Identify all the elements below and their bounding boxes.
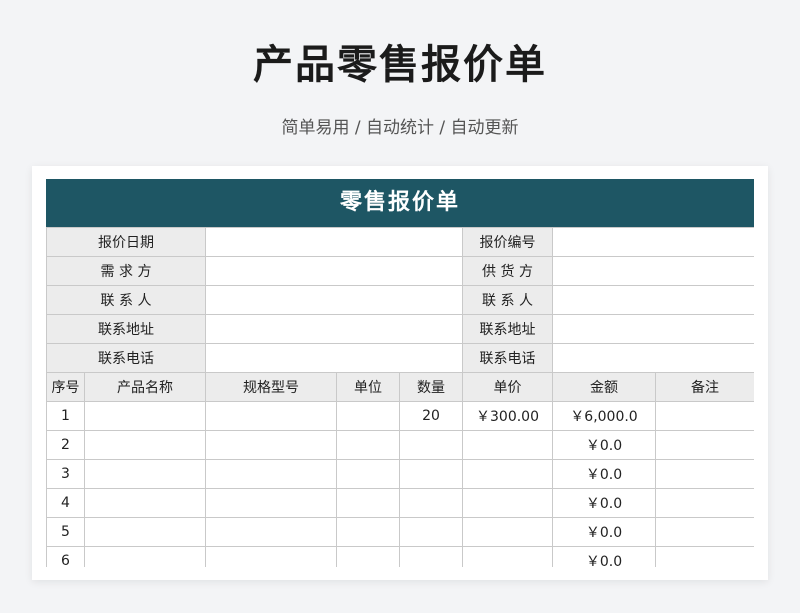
info-value-cell[interactable] [205,256,463,286]
product-name-cell[interactable] [84,546,206,567]
note-cell[interactable] [655,401,754,431]
spec-cell[interactable] [205,430,337,460]
column-header: 备注 [655,372,754,402]
info-label: 联系地址 [46,314,206,344]
column-header: 单价 [462,372,553,402]
info-label: 联系电话 [46,343,206,373]
column-header: 产品名称 [84,372,206,402]
column-header: 单位 [336,372,400,402]
note-cell[interactable] [655,459,754,489]
unit-cell[interactable] [336,517,400,547]
unit-price-cell[interactable] [462,517,553,547]
row-number-cell: 5 [46,517,85,547]
info-value-cell[interactable] [205,285,463,315]
row-number-cell: 1 [46,401,85,431]
note-cell[interactable] [655,488,754,518]
table-row: 4 ￥0.0 [46,488,754,518]
note-cell[interactable] [655,517,754,547]
unit-cell[interactable] [336,459,400,489]
unit-cell[interactable] [336,546,400,567]
quantity-cell[interactable] [399,517,463,547]
spec-cell[interactable] [205,401,337,431]
info-label: 报价编号 [462,227,553,257]
product-name-cell[interactable] [84,459,206,489]
amount-cell: ￥0.0 [552,459,656,489]
row-number-cell: 6 [46,546,85,567]
amount-cell: ￥0.0 [552,430,656,460]
quote-table: 报价日期 报价编号需 求 方供 货 方联 系 人联 系 人联系地址 联系地址 联系电话… [46,227,754,567]
info-value-cell[interactable] [552,285,754,315]
column-header: 金额 [552,372,656,402]
unit-price-cell[interactable] [462,430,553,460]
spec-cell[interactable] [205,517,337,547]
quantity-cell[interactable] [399,430,463,460]
unit-cell[interactable] [336,488,400,518]
column-header: 数量 [399,372,463,402]
row-number-cell: 2 [46,430,85,460]
info-label: 供 货 方 [462,256,553,286]
info-label: 联系地址 [462,314,553,344]
table-row: 3 ￥0.0 [46,459,754,489]
quantity-cell[interactable]: 20 [399,401,463,431]
quote-card: 零售报价单 报价日期 报价编号需 求 方供 货 方联 系 人联 系 人联系地址 联系… [32,166,768,580]
info-value-cell[interactable] [552,314,754,344]
info-label: 报价日期 [46,227,206,257]
info-label: 联 系 人 [46,285,206,315]
quantity-cell[interactable] [399,459,463,489]
product-name-cell[interactable] [84,430,206,460]
table-row: 6 ￥0.0 [46,546,754,567]
info-value-cell[interactable] [552,256,754,286]
unit-cell[interactable] [336,430,400,460]
amount-cell: ￥0.0 [552,488,656,518]
sheet-title: 零售报价单 [46,179,754,227]
table-row: 5 ￥0.0 [46,517,754,547]
table-header-row: 序号 产品名称 规格型号 单位 数量 单价 金额 备注 [46,372,754,402]
column-header: 序号 [46,372,85,402]
info-row: 联系地址 联系地址 [46,314,754,344]
product-name-cell[interactable] [84,488,206,518]
unit-price-cell[interactable] [462,546,553,567]
unit-price-cell[interactable]: ￥300.00 [462,401,553,431]
note-cell[interactable] [655,430,754,460]
note-cell[interactable] [655,546,754,567]
spec-cell[interactable] [205,459,337,489]
amount-cell: ￥6,000.0 [552,401,656,431]
info-label: 联系电话 [462,343,553,373]
info-row: 联 系 人联 系 人 [46,285,754,315]
spec-cell[interactable] [205,488,337,518]
quantity-cell[interactable] [399,546,463,567]
info-row: 联系电话 联系电话 [46,343,754,373]
info-row: 需 求 方供 货 方 [46,256,754,286]
info-label: 需 求 方 [46,256,206,286]
quantity-cell[interactable] [399,488,463,518]
row-number-cell: 4 [46,488,85,518]
column-header: 规格型号 [205,372,337,402]
unit-price-cell[interactable] [462,459,553,489]
product-name-cell[interactable] [84,401,206,431]
info-value-cell[interactable] [552,227,754,257]
info-value-cell[interactable] [205,227,463,257]
quote-sheet: 零售报价单 报价日期 报价编号需 求 方供 货 方联 系 人联 系 人联系地址 联系… [46,179,754,567]
page-title: 产品零售报价单 [253,42,547,88]
info-row: 报价日期 报价编号 [46,227,754,257]
info-value-cell[interactable] [205,343,463,373]
table-row: 2 ￥0.0 [46,430,754,460]
table-row: 1 20 ￥300.00 ￥6,000.0 [46,401,754,431]
info-value-cell[interactable] [552,343,754,373]
spec-cell[interactable] [205,546,337,567]
info-label: 联 系 人 [462,285,553,315]
unit-price-cell[interactable] [462,488,553,518]
info-value-cell[interactable] [205,314,463,344]
product-name-cell[interactable] [84,517,206,547]
amount-cell: ￥0.0 [552,517,656,547]
unit-cell[interactable] [336,401,400,431]
row-number-cell: 3 [46,459,85,489]
page-subtitle: 简单易用 / 自动统计 / 自动更新 [281,118,519,138]
amount-cell: ￥0.0 [552,546,656,567]
